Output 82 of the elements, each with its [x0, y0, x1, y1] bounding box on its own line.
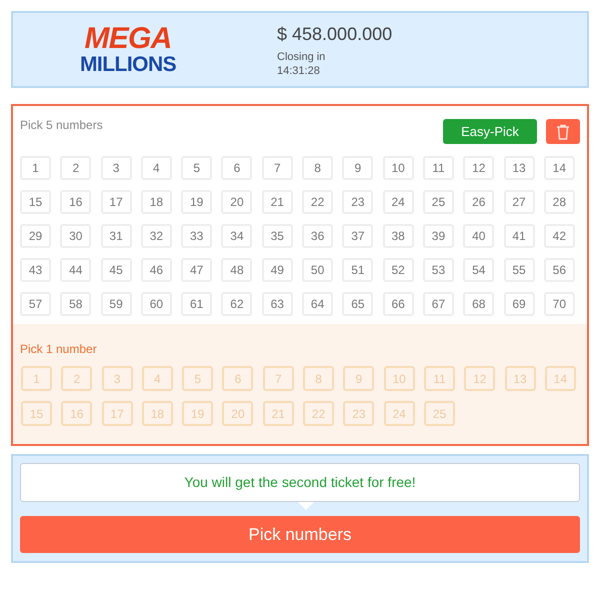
number-button[interactable]: 24: [382, 190, 414, 214]
number-button[interactable]: 29: [20, 224, 51, 248]
number-button[interactable]: 37: [342, 224, 374, 248]
number-button[interactable]: 60: [140, 292, 172, 316]
number-button[interactable]: 23: [342, 190, 374, 214]
number-button[interactable]: 66: [382, 292, 414, 316]
number-button[interactable]: 49: [262, 258, 293, 282]
number-button[interactable]: 5: [181, 156, 212, 180]
section-title: Pick 1 number: [20, 341, 98, 358]
number-button[interactable]: 19: [181, 190, 212, 214]
number-button[interactable]: 54: [463, 258, 494, 282]
number-button[interactable]: 55: [504, 258, 535, 282]
closing-label: Closing in: [277, 50, 326, 64]
number-button[interactable]: 15: [20, 190, 51, 214]
number-button[interactable]: 14: [544, 156, 575, 180]
number-button[interactable]: 28: [544, 190, 575, 214]
number-button[interactable]: 30: [60, 224, 92, 248]
number-button[interactable]: 62: [221, 292, 252, 316]
number-button[interactable]: 32: [140, 224, 172, 248]
number-button[interactable]: 20: [221, 190, 252, 214]
number-button[interactable]: 64: [302, 292, 334, 316]
number-button[interactable]: 43: [20, 258, 51, 282]
number-button[interactable]: 25: [422, 190, 454, 214]
number-button[interactable]: 2: [60, 156, 92, 180]
number-button[interactable]: 12: [463, 156, 494, 180]
number-button[interactable]: 46: [140, 258, 172, 282]
number-button[interactable]: 42: [544, 224, 575, 248]
number-button[interactable]: 13: [504, 156, 535, 180]
closing-time: 14:31:28: [277, 64, 321, 78]
number-button[interactable]: 4: [140, 156, 172, 180]
number-button[interactable]: 39: [422, 224, 454, 248]
number-button[interactable]: 65: [342, 292, 374, 316]
promo-text: You will get the second ticket for free!: [184, 473, 416, 492]
number-button[interactable]: 70: [544, 292, 575, 316]
number-button[interactable]: 44: [60, 258, 92, 282]
number-button[interactable]: 1: [20, 156, 51, 180]
jackpot-amount: $ 458.000.000: [277, 23, 392, 46]
number-button[interactable]: 3: [100, 156, 132, 180]
number-button[interactable]: 40: [463, 224, 494, 248]
trash-icon: [556, 124, 570, 140]
number-button[interactable]: 63: [262, 292, 293, 316]
number-button[interactable]: 36: [302, 224, 334, 248]
number-button[interactable]: 56: [544, 258, 575, 282]
number-button[interactable]: 6: [221, 156, 252, 180]
number-button[interactable]: 38: [382, 224, 414, 248]
delete-button[interactable]: [546, 119, 580, 144]
number-button[interactable]: 68: [463, 292, 494, 316]
number-button[interactable]: 7: [262, 156, 293, 180]
number-button[interactable]: 9: [342, 156, 374, 180]
number-button[interactable]: 45: [100, 258, 132, 282]
easy-pick-button[interactable]: Easy-Pick: [443, 119, 537, 144]
number-button[interactable]: 51: [342, 258, 374, 282]
number-button[interactable]: 41: [504, 224, 535, 248]
number-button[interactable]: 8: [302, 156, 334, 180]
number-button[interactable]: 22: [302, 190, 334, 214]
number-button[interactable]: 61: [181, 292, 212, 316]
number-button[interactable]: 33: [181, 224, 212, 248]
number-button[interactable]: 67: [422, 292, 454, 316]
logo-text: MILLIONS: [80, 54, 176, 75]
number-button[interactable]: 53: [422, 258, 454, 282]
logo-text: MEGA: [84, 24, 172, 54]
number-button[interactable]: 17: [100, 190, 132, 214]
number-button[interactable]: 34: [221, 224, 252, 248]
number-button[interactable]: 18: [140, 190, 172, 214]
number-button[interactable]: 48: [221, 258, 252, 282]
number-button[interactable]: 57: [20, 292, 51, 316]
number-button[interactable]: 10: [382, 156, 414, 180]
number-button[interactable]: 69: [504, 292, 535, 316]
number-button[interactable]: 59: [100, 292, 132, 316]
number-button[interactable]: 26: [463, 190, 494, 214]
number-button[interactable]: 50: [302, 258, 334, 282]
number-button[interactable]: 21: [262, 190, 293, 214]
pick-numbers-button[interactable]: Pick numbers: [20, 516, 580, 553]
number-button[interactable]: 16: [60, 190, 92, 214]
section-title: Pick 5 numbers: [20, 117, 103, 134]
number-button[interactable]: 31: [100, 224, 132, 248]
number-button[interactable]: 35: [262, 224, 293, 248]
number-button[interactable]: 27: [504, 190, 535, 214]
number-button[interactable]: 47: [181, 258, 212, 282]
number-button[interactable]: 52: [382, 258, 414, 282]
number-button[interactable]: 11: [422, 156, 454, 180]
number-button[interactable]: 58: [60, 292, 92, 316]
